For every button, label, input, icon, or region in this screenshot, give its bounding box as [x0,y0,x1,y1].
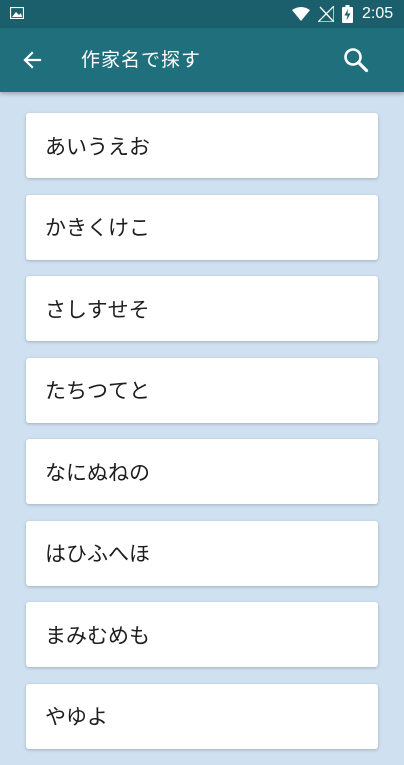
wifi-icon [292,7,310,21]
author-index-list: あいうえお かきくけこ さしすせそ たちつてと なにぬねの はひふへほ まみむめ… [26,113,378,765]
no-signal-icon [318,6,334,22]
arrow-left-icon [23,51,42,69]
back-button[interactable] [14,42,50,78]
list-item[interactable]: なにぬねの [26,439,378,504]
list-item[interactable]: かきくけこ [26,194,378,260]
list-item-label: やゆよ [45,705,108,729]
status-time: 2:05 [362,5,394,22]
app-bar: 作家名で探す [0,28,404,92]
page-title: 作家名で探す [81,49,202,71]
status-bar: 2:05 [0,0,404,28]
list-item[interactable]: たちつてと [26,357,378,423]
search-icon [344,48,369,73]
list-item-label: はひふへほ [45,542,150,566]
list-item-label: さしすせそ [45,297,150,322]
list-item[interactable]: まみむめも [26,602,378,667]
list-item[interactable]: さしすせそ [26,276,378,341]
search-button[interactable] [338,42,374,78]
image-notification-icon [10,7,24,19]
list-item[interactable]: はひふへほ [26,520,378,586]
battery-charging-icon [342,5,353,23]
list-item-label: まみむめも [45,623,150,648]
list-item[interactable]: やゆよ [26,683,378,749]
list-item-label: たちつてと [45,379,150,403]
list-item-label: あいうえお [45,134,150,159]
list-item[interactable]: あいうえお [26,113,378,178]
list-item-label: かきくけこ [45,216,150,240]
list-item-label: なにぬねの [45,460,150,485]
